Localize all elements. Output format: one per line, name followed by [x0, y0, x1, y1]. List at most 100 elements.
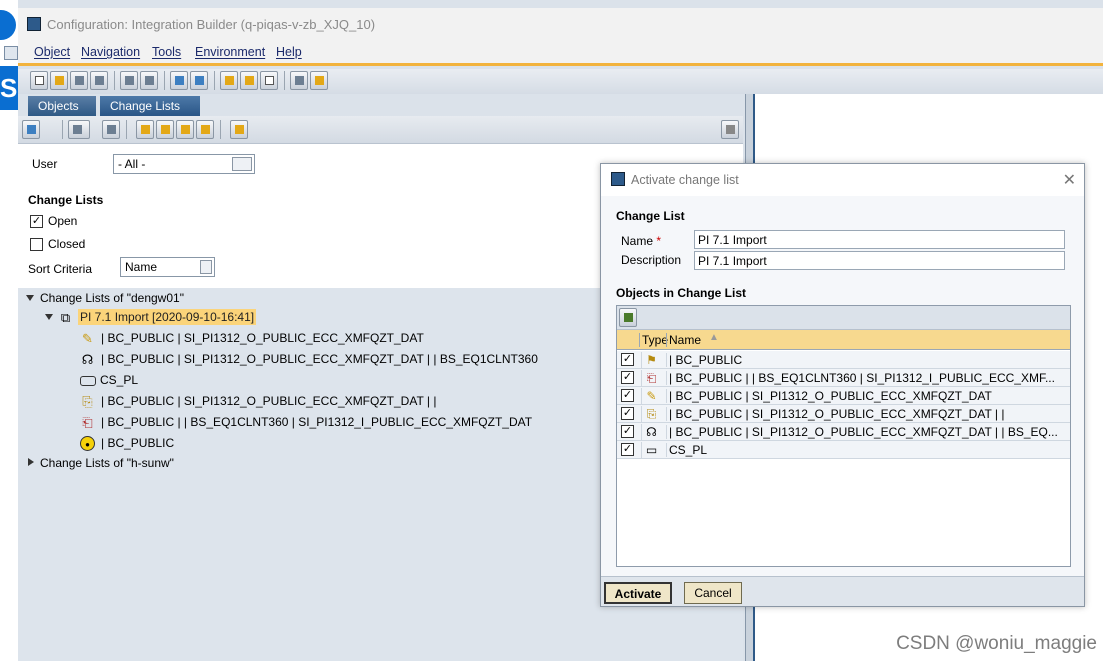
open-label: Open: [48, 214, 78, 228]
user-select-value: - All -: [118, 157, 146, 171]
description-label: Description: [621, 253, 682, 267]
row-name: CS_PL: [666, 443, 1066, 457]
tab-objects[interactable]: Objects: [28, 96, 96, 116]
name-field[interactable]: PI 7.1 Import: [694, 230, 1065, 249]
row-name: | BC_PUBLIC | SI_PI1312_O_PUBLIC_ECC_XMF…: [666, 407, 1066, 421]
tree-item-label: | BC_PUBLIC | | BS_EQ1CLNT360 | SI_PI131…: [101, 415, 533, 429]
window-title: Configuration: Integration Builder (q-pi…: [47, 17, 376, 32]
table-row[interactable]: ✓ ▭ CS_PL: [617, 441, 1070, 459]
menu-help[interactable]: Help: [276, 45, 302, 59]
sort-criteria-select[interactable]: Name: [120, 257, 215, 277]
table-row[interactable]: ✓ ⎘ | BC_PUBLIC | SI_PI1312_O_PUBLIC_ECC…: [617, 405, 1070, 423]
expand-arrow-icon[interactable]: [26, 295, 34, 301]
menu-navigation[interactable]: Navigation: [81, 45, 140, 59]
display-icon[interactable]: [120, 71, 138, 90]
collapsed-arrow-icon[interactable]: [28, 458, 34, 466]
move-down-icon[interactable]: [176, 120, 194, 139]
dropdown-icon[interactable]: [200, 260, 212, 274]
tree-item-label: | BC_PUBLIC | SI_PI1312_O_PUBLIC_ECC_XMF…: [101, 352, 538, 366]
wizard-icon[interactable]: [310, 71, 328, 90]
row-checkbox[interactable]: ✓: [621, 425, 634, 438]
refresh-icon[interactable]: [22, 120, 40, 139]
comm-channel-icon: ▭: [641, 442, 661, 458]
find-icon[interactable]: [102, 120, 120, 139]
delete-icon[interactable]: [90, 71, 108, 90]
col-type-header[interactable]: Type: [639, 333, 668, 347]
row-checkbox[interactable]: ✓: [621, 443, 634, 456]
dialog-icon: [611, 172, 625, 186]
business-component-icon: ⚑: [641, 352, 661, 368]
window-icon: [4, 46, 18, 60]
tab-change-lists[interactable]: Change Lists: [100, 96, 200, 116]
change-list-section-title: Change List: [616, 209, 685, 223]
closed-label: Closed: [48, 237, 86, 251]
edit-pencil-icon: ✎: [641, 388, 661, 404]
expand-arrow-icon[interactable]: [45, 314, 53, 320]
receiver-agreement-icon: ⎗: [641, 370, 661, 386]
open-folder-icon[interactable]: [50, 71, 68, 90]
row-checkbox[interactable]: ✓: [621, 389, 634, 402]
sort-ascending-icon[interactable]: ▲: [709, 332, 719, 343]
forward-arrow-icon[interactable]: [240, 71, 258, 90]
receiver-agreement-icon: ⎗: [82, 415, 93, 430]
select-all-icon[interactable]: [619, 308, 637, 327]
change-list-icon: ⧉: [60, 310, 71, 325]
menu-tools[interactable]: Tools: [152, 45, 181, 59]
maximize-pane-icon[interactable]: [721, 120, 739, 139]
dialog-title-bar: Activate change list ✕: [601, 164, 1084, 196]
activate-icon[interactable]: [290, 71, 308, 90]
sender-agreement-icon: ⎘: [82, 394, 93, 409]
layout-icon[interactable]: [260, 71, 278, 90]
row-name: | BC_PUBLIC | SI_PI1312_O_PUBLIC_ECC_XMF…: [666, 425, 1066, 439]
app-letter: S: [0, 66, 18, 110]
tree-item-label: CS_PL: [100, 373, 139, 387]
dropdown-icon[interactable]: [232, 157, 252, 171]
headset-icon: ☊: [641, 424, 661, 440]
menu-object[interactable]: Object: [34, 45, 70, 59]
tree-group-label: Change Lists of "dengw01": [40, 291, 184, 305]
row-checkbox[interactable]: ✓: [621, 407, 634, 420]
change-lists-heading: Change Lists: [28, 193, 104, 207]
expand-all-icon[interactable]: [136, 120, 154, 139]
headset-icon: ☊: [81, 352, 94, 367]
row-checkbox[interactable]: ✓: [621, 353, 634, 366]
table-row[interactable]: ✓ ✎ | BC_PUBLIC | SI_PI1312_O_PUBLIC_ECC…: [617, 387, 1070, 405]
filter-icon[interactable]: [68, 120, 90, 139]
tree-item-label: | BC_PUBLIC | SI_PI1312_O_PUBLIC_ECC_XMF…: [101, 331, 424, 345]
copy-icon[interactable]: [70, 71, 88, 90]
col-name-header[interactable]: Name: [666, 333, 701, 347]
background-app-edge: S: [0, 0, 18, 661]
title-bar: Configuration: Integration Builder (q-pi…: [18, 8, 1103, 40]
collapse-all-icon[interactable]: [156, 120, 174, 139]
row-checkbox[interactable]: ✓: [621, 371, 634, 384]
description-field[interactable]: PI 7.1 Import: [694, 251, 1065, 270]
edit-pencil-icon: ✎: [82, 331, 93, 346]
navigate-icon[interactable]: [170, 71, 188, 90]
edit-icon[interactable]: [140, 71, 158, 90]
table-row[interactable]: ✓ ⚑ | BC_PUBLIC: [617, 351, 1070, 369]
table-row[interactable]: ✓ ⎗ | BC_PUBLIC | | BS_EQ1CLNT360 | SI_P…: [617, 369, 1070, 387]
activate-button[interactable]: Activate: [604, 582, 672, 604]
user-select[interactable]: - All -: [113, 154, 255, 174]
cancel-button[interactable]: Cancel: [684, 582, 742, 604]
menu-environment[interactable]: Environment: [195, 45, 265, 59]
tree-item-label: | BC_PUBLIC | SI_PI1312_O_PUBLIC_ECC_XMF…: [101, 394, 437, 408]
new-icon[interactable]: [30, 71, 48, 90]
table-toolbar: [617, 306, 1070, 330]
row-name: | BC_PUBLIC | | BS_EQ1CLNT360 | SI_PI131…: [666, 371, 1066, 385]
filter-settings-icon[interactable]: [230, 120, 248, 139]
watermark: CSDN @woniu_maggie: [896, 633, 1097, 654]
selected-change-list[interactable]: PI 7.1 Import [2020-09-10-16:41]: [78, 309, 257, 325]
dialog-title: Activate change list: [631, 173, 739, 187]
table-row[interactable]: ✓ ☊ | BC_PUBLIC | SI_PI1312_O_PUBLIC_ECC…: [617, 423, 1070, 441]
move-up-icon[interactable]: [196, 120, 214, 139]
back-arrow-icon[interactable]: [220, 71, 238, 90]
table-header: Type Name ▲: [617, 330, 1070, 350]
business-component-icon: ●: [80, 436, 95, 451]
name-label: Name *: [621, 234, 662, 248]
closed-checkbox[interactable]: [30, 238, 43, 251]
close-icon[interactable]: ✕: [1063, 170, 1076, 190]
open-checkbox[interactable]: ✓: [30, 215, 43, 228]
where-used-icon[interactable]: [190, 71, 208, 90]
user-label: User: [32, 157, 58, 171]
